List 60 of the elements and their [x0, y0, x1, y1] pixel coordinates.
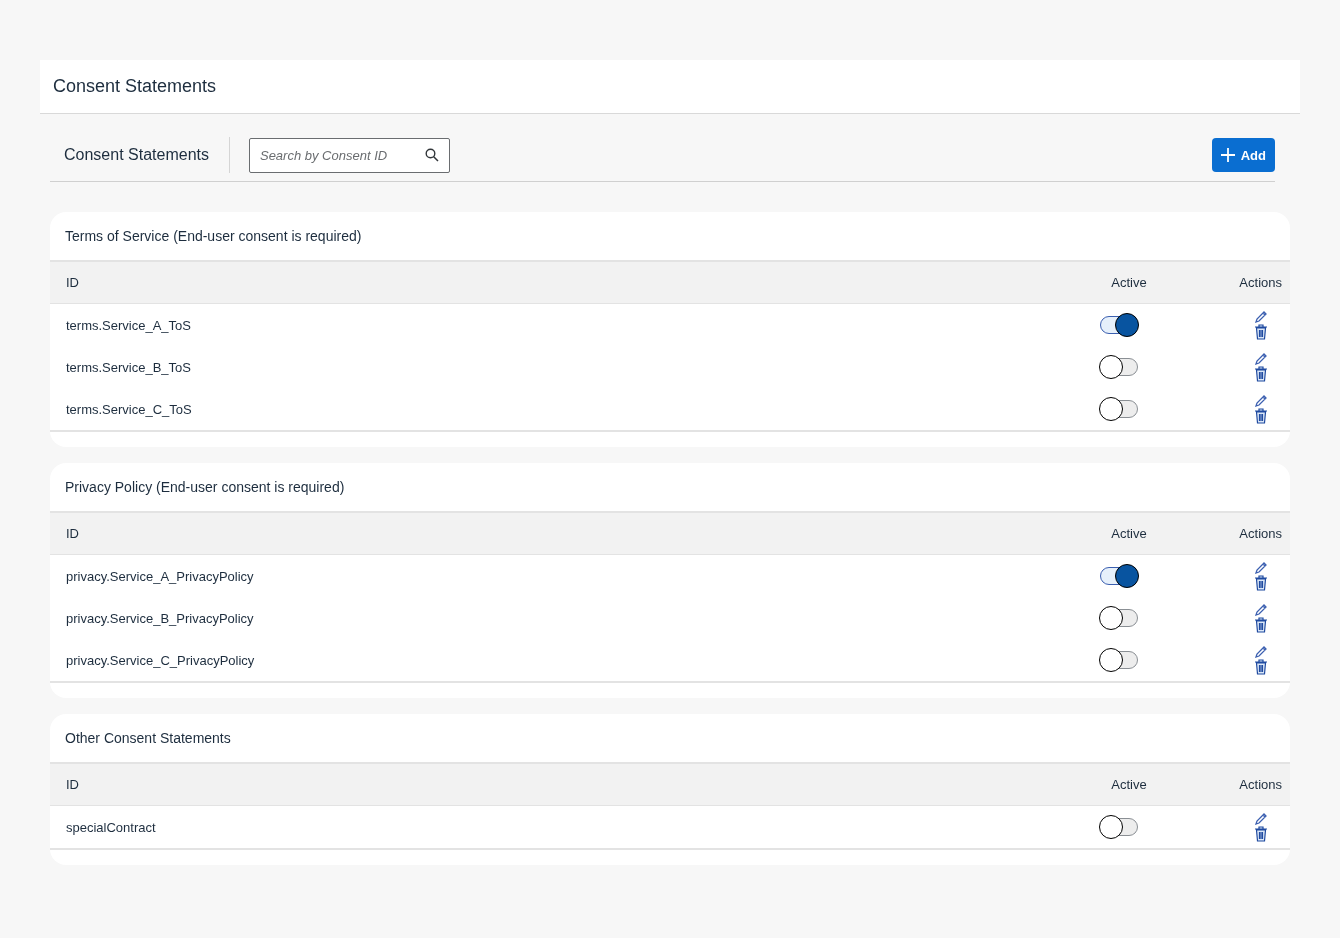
- active-toggle[interactable]: [1100, 358, 1138, 376]
- pencil-icon: [1254, 352, 1268, 366]
- delete-button[interactable]: [1254, 408, 1268, 424]
- pencil-icon: [1254, 603, 1268, 617]
- section-title: Privacy Policy (End-user consent is required): [64, 478, 346, 497]
- trash-icon: [1254, 408, 1268, 424]
- trash-icon: [1254, 324, 1268, 340]
- edit-button[interactable]: [1254, 812, 1268, 826]
- consent-id: privacy.Service_A_PrivacyPolicy: [66, 568, 254, 584]
- trash-icon: [1254, 575, 1268, 591]
- pencil-icon: [1254, 561, 1268, 575]
- section-title: Terms of Service (End-user consent is required): [64, 227, 363, 246]
- column-header: Actions: [1185, 260, 1290, 304]
- column-header: ID: [50, 511, 1065, 555]
- active-toggle[interactable]: [1100, 651, 1138, 669]
- delete-button[interactable]: [1254, 659, 1268, 675]
- pencil-icon: [1254, 394, 1268, 408]
- delete-button[interactable]: [1254, 617, 1268, 633]
- toolbar-title: Consent Statements: [50, 137, 230, 173]
- consent-id: privacy.Service_C_PrivacyPolicy: [66, 652, 255, 668]
- search-icon: [424, 147, 439, 162]
- column-header: ID: [50, 762, 1065, 806]
- active-toggle[interactable]: [1100, 316, 1138, 334]
- trash-icon: [1254, 826, 1268, 842]
- column-header: Actions: [1185, 511, 1290, 555]
- edit-button[interactable]: [1254, 310, 1268, 324]
- page-title: Consent Statements: [53, 76, 217, 97]
- section-title: Other Consent Statements: [64, 729, 232, 748]
- delete-button[interactable]: [1254, 366, 1268, 382]
- plus-icon: [1220, 148, 1235, 162]
- active-toggle[interactable]: [1100, 400, 1138, 418]
- pencil-icon: [1254, 310, 1268, 324]
- column-header: Active: [1065, 511, 1185, 555]
- column-header: Actions: [1185, 762, 1290, 806]
- consent-id: terms.Service_A_ToS: [66, 317, 191, 333]
- column-header: Active: [1065, 260, 1185, 304]
- consent-id: terms.Service_C_ToS: [66, 401, 192, 417]
- add-button[interactable]: Add: [1211, 138, 1275, 172]
- column-header: Active: [1065, 762, 1185, 806]
- pencil-icon: [1254, 812, 1268, 826]
- delete-button[interactable]: [1254, 324, 1268, 340]
- edit-button[interactable]: [1254, 645, 1268, 659]
- edit-button[interactable]: [1254, 394, 1268, 408]
- delete-button[interactable]: [1254, 575, 1268, 591]
- edit-button[interactable]: [1254, 561, 1268, 575]
- edit-button[interactable]: [1254, 603, 1268, 617]
- search-field[interactable]: Search by Consent ID: [248, 137, 450, 173]
- consent-id: privacy.Service_B_PrivacyPolicy: [66, 610, 254, 626]
- active-toggle[interactable]: [1100, 567, 1138, 585]
- pencil-icon: [1254, 645, 1268, 659]
- consent-id: terms.Service_B_ToS: [66, 359, 191, 375]
- trash-icon: [1254, 617, 1268, 633]
- column-header: ID: [50, 260, 1065, 304]
- active-toggle[interactable]: [1100, 609, 1138, 627]
- consent-id: specialContract: [66, 819, 156, 835]
- edit-button[interactable]: [1254, 352, 1268, 366]
- active-toggle[interactable]: [1100, 818, 1138, 836]
- trash-icon: [1254, 366, 1268, 382]
- delete-button[interactable]: [1254, 826, 1268, 842]
- trash-icon: [1254, 659, 1268, 675]
